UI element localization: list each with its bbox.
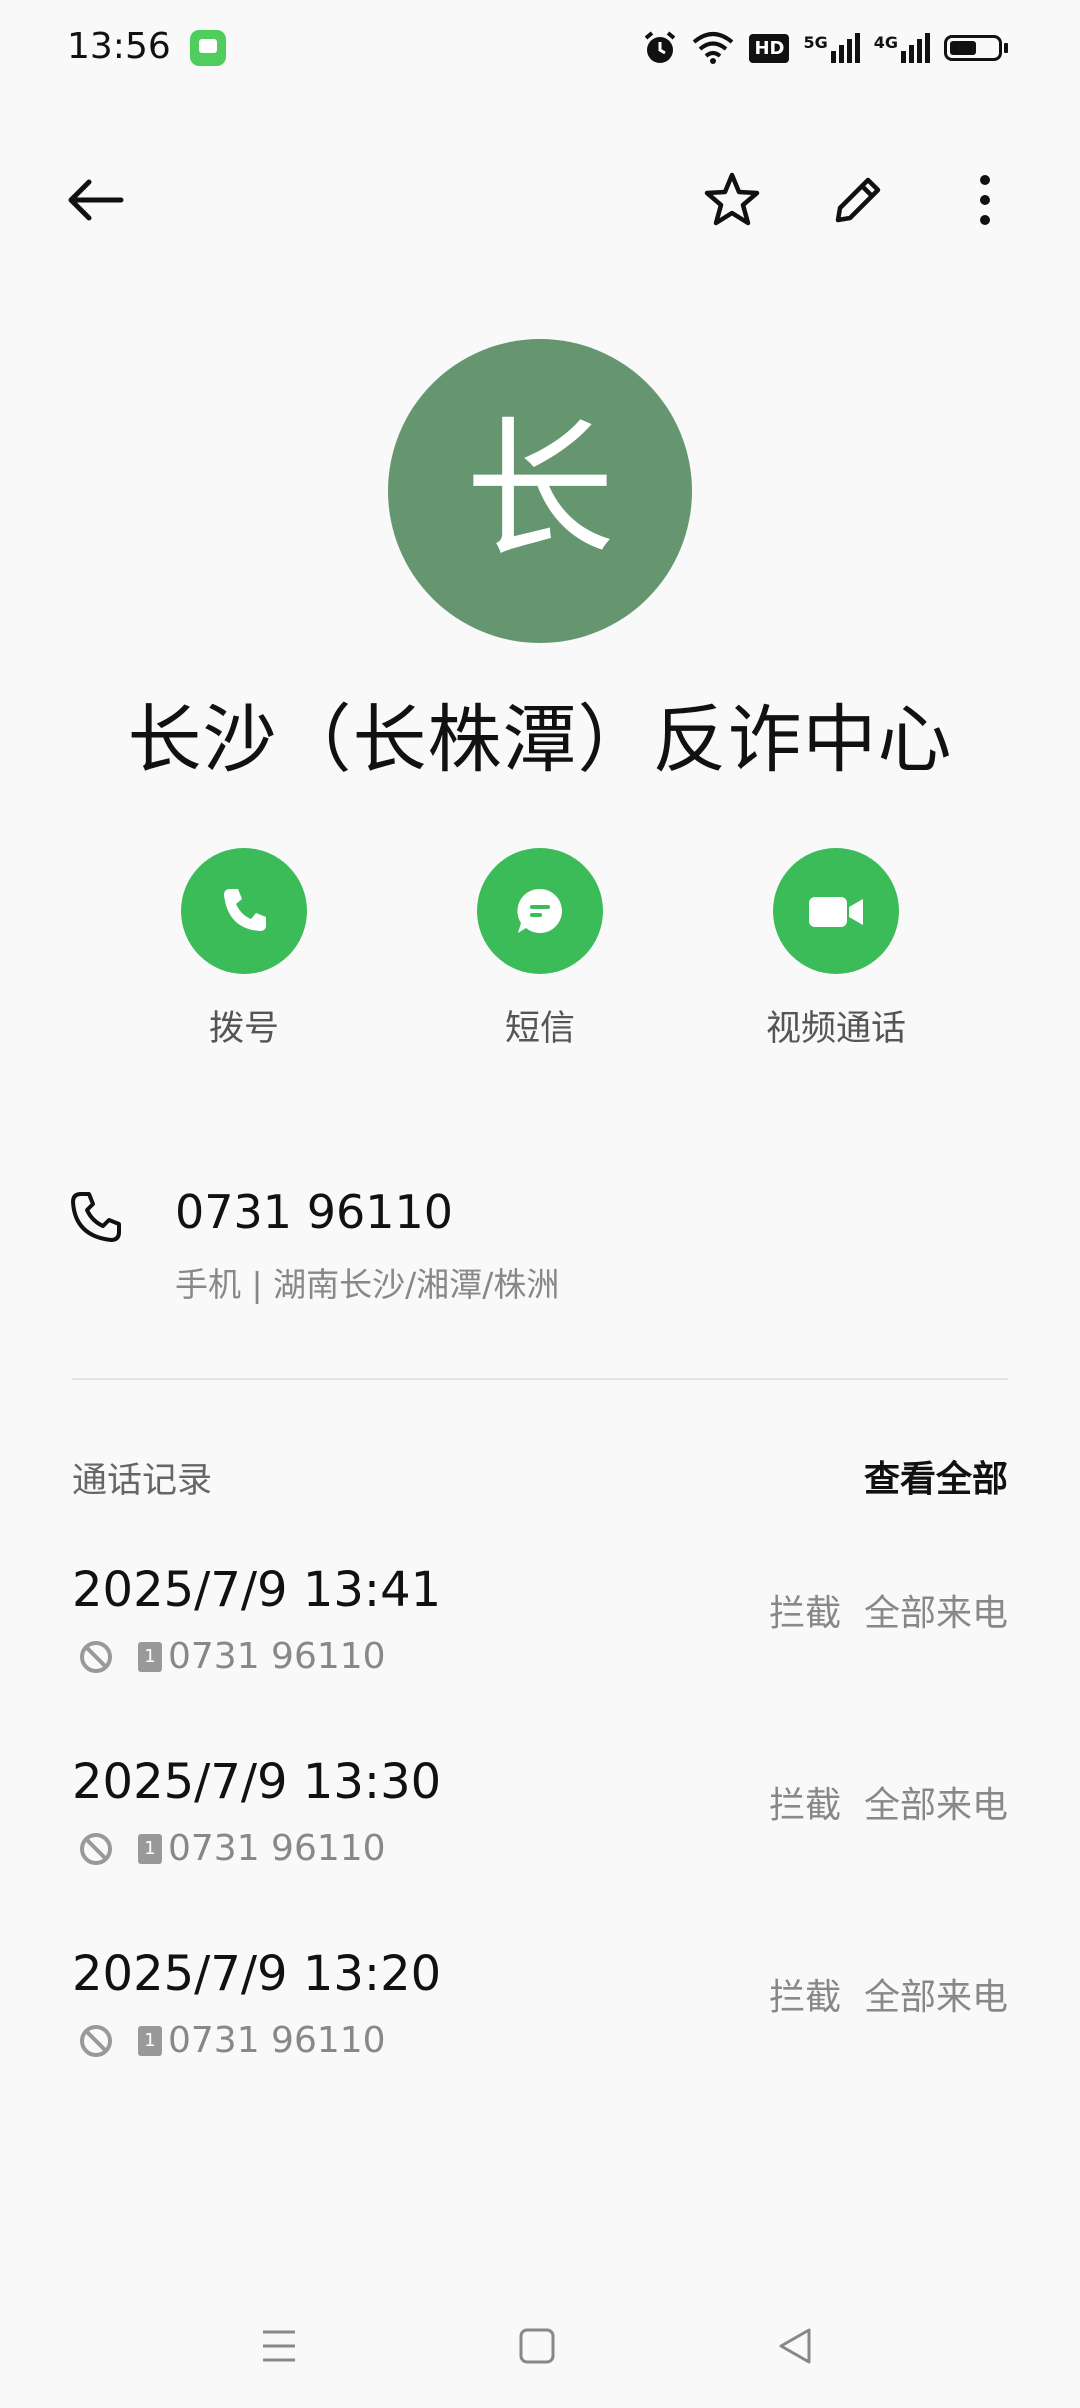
sim-badge: 1 (138, 1833, 162, 1864)
call-number: 0731 96110 (168, 1828, 386, 1869)
call-datetime: 2025/7/9 13:20 (72, 1946, 442, 2002)
call-status: 拦截 全部来电 (769, 1593, 1008, 1634)
call-number: 0731 96110 (168, 1636, 386, 1677)
back-button[interactable] (55, 160, 135, 240)
phone-meta: 手机 | 湖南长沙/湘潭/株洲 (175, 1265, 560, 1304)
more-button[interactable] (945, 160, 1025, 240)
call-status: 拦截 全部来电 (769, 1785, 1008, 1826)
call-log-row[interactable]: 2025/7/9 13:20 1 0731 96110 拦截 全部来电 (72, 1946, 1008, 2096)
call-datetime: 2025/7/9 13:41 (72, 1562, 442, 1618)
message-label: 短信 (504, 1009, 575, 1049)
favorite-button[interactable] (692, 160, 772, 240)
sim-badge: 1 (138, 2025, 162, 2056)
more-vertical-icon (980, 175, 990, 225)
phone-icon (224, 889, 266, 931)
back-arrow-icon (68, 179, 124, 221)
phone-number[interactable]: 0731 96110 (175, 1185, 453, 1239)
blocked-icon (80, 1640, 112, 1673)
hd-icon: HD (749, 33, 790, 63)
phone-row-icon-wrap[interactable] (65, 1188, 125, 1252)
menu-icon (263, 2330, 295, 2362)
call-number: 0731 96110 (168, 2020, 386, 2061)
call-log-row[interactable]: 2025/7/9 13:41 1 0731 96110 拦截 全部来电 (72, 1562, 1008, 1712)
call-label: 拨号 (208, 1009, 279, 1049)
signal-5g-icon: 5G (803, 33, 860, 63)
message-action[interactable]: 短信 (420, 848, 660, 1051)
phone-outline-icon (71, 1192, 121, 1242)
call-log-title: 通话记录 (72, 1461, 213, 1501)
battery-icon (944, 35, 1008, 61)
call-sub: 1 0731 96110 (72, 2020, 386, 2061)
call-button[interactable] (181, 848, 307, 974)
home-icon (519, 2328, 555, 2364)
call-datetime: 2025/7/9 13:30 (72, 1754, 442, 1810)
video-call-label: 视频通话 (765, 1009, 906, 1049)
edit-button[interactable] (818, 160, 898, 240)
alarm-icon (645, 31, 676, 63)
blocked-icon (80, 1832, 112, 1865)
signal-4g-icon: 4G (874, 33, 930, 63)
nav-menu-button[interactable] (249, 2316, 309, 2376)
video-icon (809, 897, 863, 927)
wifi-icon (693, 32, 734, 64)
call-log-row[interactable]: 2025/7/9 13:30 1 0731 96110 拦截 全部来电 (72, 1754, 1008, 1904)
contact-avatar: 长 (388, 339, 692, 643)
contact-name: 长沙（长株潭）反诈中心 (127, 697, 953, 783)
view-all-link[interactable]: 查看全部 (864, 1450, 1008, 1502)
call-sub: 1 0731 96110 (72, 1636, 386, 1677)
divider (72, 1378, 1008, 1380)
status-icons: HD 5G 4G (643, 26, 1008, 70)
call-status: 拦截 全部来电 (769, 1977, 1008, 2018)
status-time: 13:56 (67, 26, 171, 67)
blocked-icon (80, 2024, 112, 2057)
call-action[interactable]: 拨号 (124, 848, 364, 1051)
call-sub: 1 0731 96110 (72, 1828, 386, 1869)
avatar-letter: 长 (464, 404, 615, 578)
video-call-action[interactable]: 视频通话 (716, 848, 956, 1051)
nav-home-button[interactable] (507, 2316, 567, 2376)
message-icon (517, 888, 562, 933)
message-button[interactable] (477, 848, 603, 974)
nav-back-button[interactable] (765, 2316, 825, 2376)
message-app-icon (190, 30, 226, 66)
sim-badge: 1 (138, 1641, 162, 1672)
back-triangle-icon (779, 2328, 811, 2364)
video-call-button[interactable] (773, 848, 899, 974)
pencil-icon (835, 177, 881, 223)
star-icon (704, 172, 760, 226)
